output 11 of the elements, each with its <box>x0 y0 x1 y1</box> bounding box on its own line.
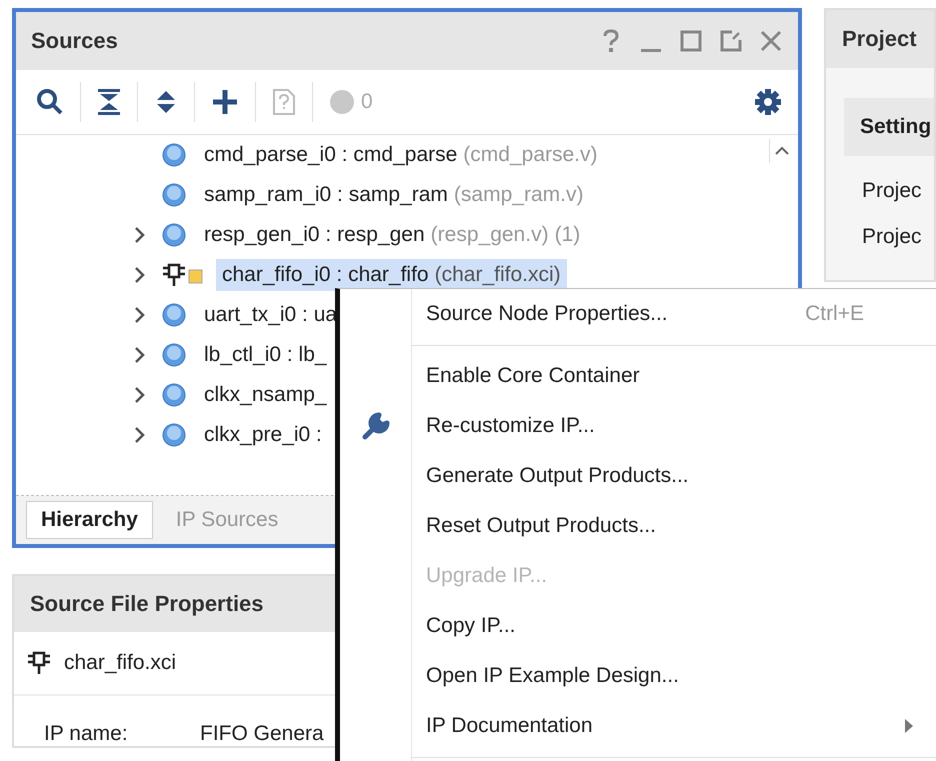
panel-title: Source File Properties <box>30 591 264 617</box>
panel-title: Sources <box>31 28 118 54</box>
file-name: char_fifo.xci <box>64 651 176 675</box>
field-value: FIFO Genera <box>200 722 324 746</box>
property-label: Projec <box>861 224 923 250</box>
field-label: IP name: <box>44 722 129 746</box>
property-label: Projec <box>861 178 923 204</box>
warning-count: 0 <box>361 90 373 114</box>
shortcut-text: Ctrl+E <box>805 302 864 326</box>
panel-title: Project <box>842 26 917 52</box>
section-title: Setting <box>860 115 932 139</box>
